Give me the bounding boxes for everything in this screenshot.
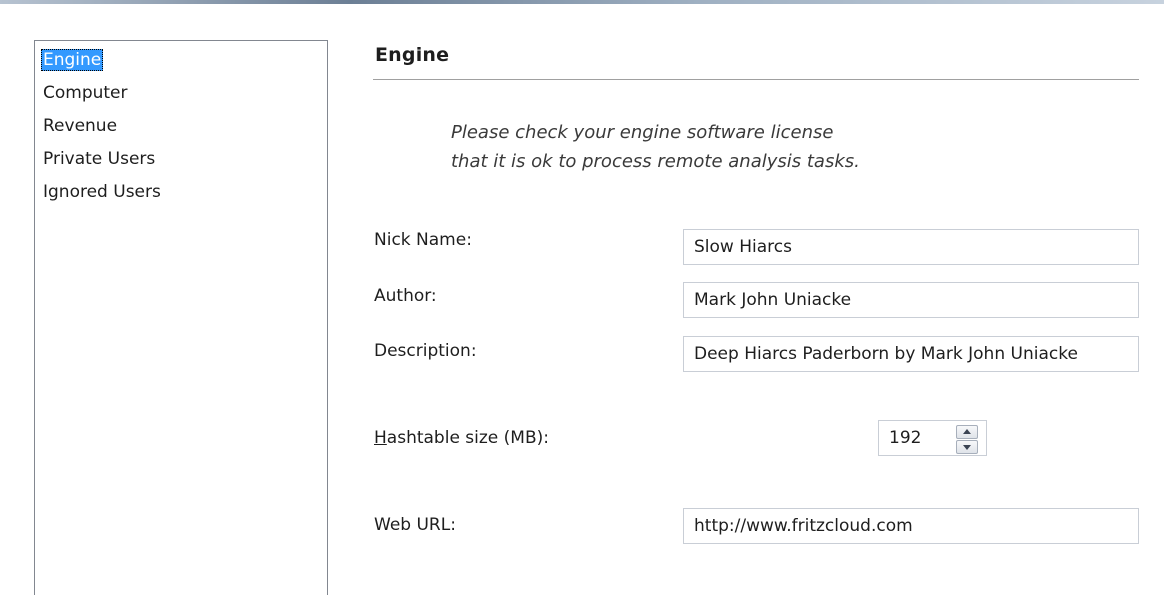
category-list[interactable]: Engine Computer Revenue Private Users Ig… [34, 40, 328, 595]
hashtable-size-value: 192 [889, 428, 922, 448]
hashtable-size-spinner[interactable]: 192 [878, 420, 987, 456]
nick-name-field[interactable]: Slow Hiarcs [683, 229, 1139, 265]
category-item-computer[interactable]: Computer [41, 82, 130, 104]
author-value: Mark John Uniacke [694, 290, 852, 310]
description-field[interactable]: Deep Hiarcs Paderborn by Mark John Uniac… [683, 336, 1139, 372]
description-value: Deep Hiarcs Paderborn by Mark John Uniac… [694, 344, 1078, 364]
section-divider [373, 79, 1139, 80]
engine-settings-dialog: Engine Computer Revenue Private Users Ig… [0, 0, 1164, 595]
hashtable-size-label: Hashtable size (MB): [374, 428, 549, 448]
arrow-down-icon [963, 445, 971, 450]
license-notice-line-1: Please check your engine software licens… [451, 122, 834, 143]
license-notice-line-2: that it is ok to process remote analysis… [451, 151, 860, 172]
top-divider [0, 0, 1164, 4]
author-field[interactable]: Mark John Uniacke [683, 282, 1139, 318]
description-label: Description: [374, 341, 477, 361]
spin-down-button[interactable] [956, 440, 978, 454]
spin-up-button[interactable] [956, 425, 978, 439]
nick-name-value: Slow Hiarcs [694, 237, 792, 257]
section-title: Engine [375, 44, 450, 66]
category-item-engine[interactable]: Engine [41, 49, 104, 71]
web-url-label: Web URL: [374, 515, 456, 535]
author-label: Author: [374, 286, 437, 306]
license-notice: Please check your engine software licens… [451, 118, 860, 176]
category-item-ignored-users[interactable]: Ignored Users [41, 181, 163, 203]
hashtable-mnemonic: H [374, 428, 387, 448]
web-url-value: http://www.fritzcloud.com [694, 516, 913, 536]
category-item-private-users[interactable]: Private Users [41, 148, 157, 170]
category-item-revenue[interactable]: Revenue [41, 115, 119, 137]
nick-name-label: Nick Name: [374, 230, 472, 250]
arrow-up-icon [963, 429, 971, 434]
web-url-field[interactable]: http://www.fritzcloud.com [683, 508, 1139, 544]
hashtable-label-text: ashtable size (MB): [386, 428, 549, 448]
